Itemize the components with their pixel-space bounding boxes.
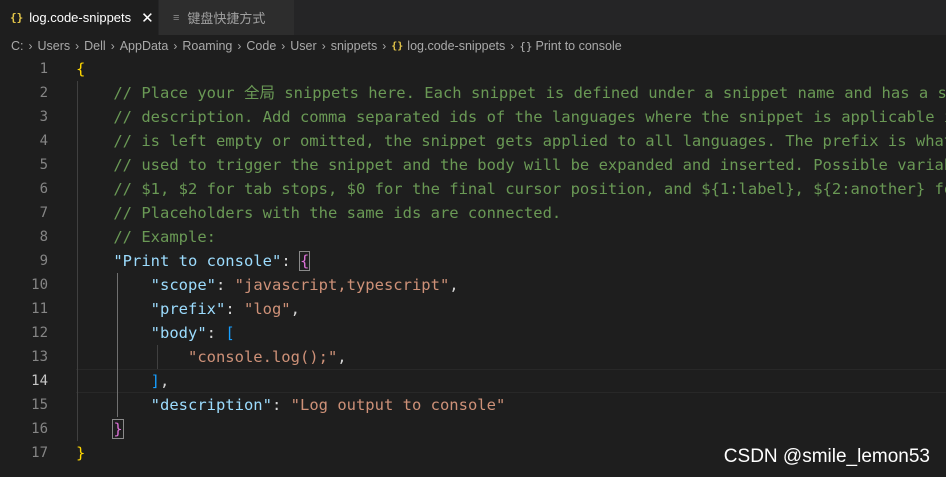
keyboard-shortcuts-icon: ≡ bbox=[173, 11, 180, 24]
line-number: 6 bbox=[39, 181, 48, 197]
comma: , bbox=[449, 276, 459, 294]
line-number: 10 bbox=[31, 277, 48, 293]
json-file-icon: {} bbox=[10, 11, 24, 24]
comma: , bbox=[160, 372, 170, 390]
code-line: // $1, $2 for tab stops, $0 for the fina… bbox=[76, 177, 946, 201]
code-line: "console.log();", bbox=[76, 345, 946, 369]
breadcrumb-item-file[interactable]: log.code-snippets bbox=[407, 39, 505, 53]
comment: // Example: bbox=[113, 228, 216, 246]
line-number: 3 bbox=[39, 109, 48, 125]
code-line: } bbox=[76, 417, 946, 441]
code-line: // Example: bbox=[76, 225, 946, 249]
chevron-right-icon: › bbox=[510, 39, 515, 53]
comment: // is left empty or omitted, the snippet… bbox=[113, 132, 946, 150]
brace-close-matched: } bbox=[112, 419, 124, 439]
breadcrumb: C: › Users › Dell › AppData › Roaming › … bbox=[0, 35, 946, 57]
json-key: "prefix" bbox=[150, 300, 226, 318]
line-number: 5 bbox=[39, 157, 48, 173]
chevron-right-icon: › bbox=[75, 39, 80, 53]
colon: : bbox=[215, 276, 235, 294]
tab-bar: {} log.code-snippets ✕ ≡ 键盘快捷方式 bbox=[0, 0, 946, 35]
json-key: "description" bbox=[150, 396, 272, 414]
breadcrumb-item-user[interactable]: User bbox=[290, 39, 316, 53]
chevron-right-icon: › bbox=[28, 39, 33, 53]
chevron-right-icon: › bbox=[173, 39, 178, 53]
breadcrumb-item-roaming[interactable]: Roaming bbox=[182, 39, 232, 53]
code-line: // description. Add comma separated ids … bbox=[76, 105, 946, 129]
breadcrumb-item-dell[interactable]: Dell bbox=[84, 39, 106, 53]
colon: : bbox=[281, 252, 300, 270]
brace-open: { bbox=[76, 60, 86, 78]
comment: // Placeholders with the same ids are co… bbox=[113, 204, 562, 222]
comment: // used to trigger the snippet and the b… bbox=[113, 156, 946, 174]
code-line: // is left empty or omitted, the snippet… bbox=[76, 129, 946, 153]
json-string: "console.log();" bbox=[187, 348, 338, 366]
line-number: 8 bbox=[39, 229, 48, 245]
chevron-right-icon: › bbox=[237, 39, 242, 53]
code-line: "Print to console": { bbox=[76, 249, 946, 273]
comma: , bbox=[337, 348, 347, 366]
line-number: 11 bbox=[31, 301, 48, 317]
colon: : bbox=[206, 324, 226, 342]
line-number: 4 bbox=[39, 133, 48, 149]
code-line: // Place your 全局 snippets here. Each sni… bbox=[76, 81, 946, 105]
tab-log-code-snippets[interactable]: {} log.code-snippets ✕ bbox=[0, 0, 158, 35]
comma: , bbox=[290, 300, 300, 318]
comment: // description. Add comma separated ids … bbox=[113, 108, 946, 126]
chevron-right-icon: › bbox=[321, 39, 326, 53]
bracket-open: [ bbox=[225, 324, 235, 342]
code-line-active: ], bbox=[76, 369, 946, 393]
breadcrumb-item-code[interactable]: Code bbox=[246, 39, 276, 53]
breadcrumb-item-appdata[interactable]: AppData bbox=[120, 39, 169, 53]
code-area[interactable]: { // Place your 全局 snippets here. Each s… bbox=[76, 57, 946, 465]
json-key: "scope" bbox=[150, 276, 216, 294]
line-number: 1 bbox=[39, 61, 48, 77]
json-key: "body" bbox=[150, 324, 207, 342]
line-number: 12 bbox=[31, 325, 48, 341]
colon: : bbox=[225, 300, 244, 318]
line-number: 16 bbox=[31, 421, 48, 437]
chevron-right-icon: › bbox=[382, 39, 387, 53]
breadcrumb-item-snippets[interactable]: snippets bbox=[331, 39, 378, 53]
line-number: 7 bbox=[39, 205, 48, 221]
comment: // $1, $2 for tab stops, $0 for the fina… bbox=[113, 180, 946, 198]
comment: // Place your 全局 snippets here. Each sni… bbox=[113, 84, 946, 102]
line-number-active: 14 bbox=[31, 373, 48, 389]
breadcrumb-item-symbol[interactable]: Print to console bbox=[536, 39, 622, 53]
code-line: // used to trigger the snippet and the b… bbox=[76, 153, 946, 177]
close-icon[interactable]: ✕ bbox=[141, 9, 154, 27]
code-line: "body": [ bbox=[76, 321, 946, 345]
json-string: "log" bbox=[243, 300, 291, 318]
tab-label: 键盘快捷方式 bbox=[187, 11, 266, 26]
watermark: CSDN @smile_lemon53 bbox=[723, 446, 930, 467]
bracket-close: ] bbox=[150, 372, 160, 390]
tab-label: log.code-snippets bbox=[29, 10, 132, 25]
json-string: "Log output to console" bbox=[290, 396, 506, 414]
code-line: "scope": "javascript,typescript", bbox=[76, 273, 946, 297]
code-editor[interactable]: 1 2 3 4 5 6 7 8 9 10 11 12 13 14 15 16 1… bbox=[0, 57, 946, 477]
line-number: 15 bbox=[31, 397, 48, 413]
json-string: "javascript,typescript" bbox=[234, 276, 450, 294]
line-number-gutter: 1 2 3 4 5 6 7 8 9 10 11 12 13 14 15 16 1… bbox=[0, 57, 60, 465]
json-file-icon: {} bbox=[391, 40, 404, 52]
code-line: // Placeholders with the same ids are co… bbox=[76, 201, 946, 225]
code-line: "prefix": "log", bbox=[76, 297, 946, 321]
chevron-right-icon: › bbox=[110, 39, 115, 53]
chevron-right-icon: › bbox=[281, 39, 286, 53]
line-number: 2 bbox=[39, 85, 48, 101]
brace-open-matched: { bbox=[298, 251, 311, 271]
code-line: { bbox=[76, 57, 946, 81]
colon: : bbox=[271, 396, 291, 414]
breadcrumb-item-users[interactable]: Users bbox=[38, 39, 71, 53]
line-number: 9 bbox=[39, 253, 48, 269]
brace-close: } bbox=[76, 444, 86, 462]
tab-keyboard-shortcuts[interactable]: ≡ 键盘快捷方式 bbox=[158, 0, 294, 35]
breadcrumb-item-drive[interactable]: C: bbox=[11, 39, 24, 53]
code-line: "description": "Log output to console" bbox=[76, 393, 946, 417]
line-number: 17 bbox=[31, 445, 48, 461]
snippet-name-key: "Print to console" bbox=[113, 252, 282, 270]
line-number: 13 bbox=[31, 349, 48, 365]
object-symbol-icon: {} bbox=[519, 39, 533, 53]
